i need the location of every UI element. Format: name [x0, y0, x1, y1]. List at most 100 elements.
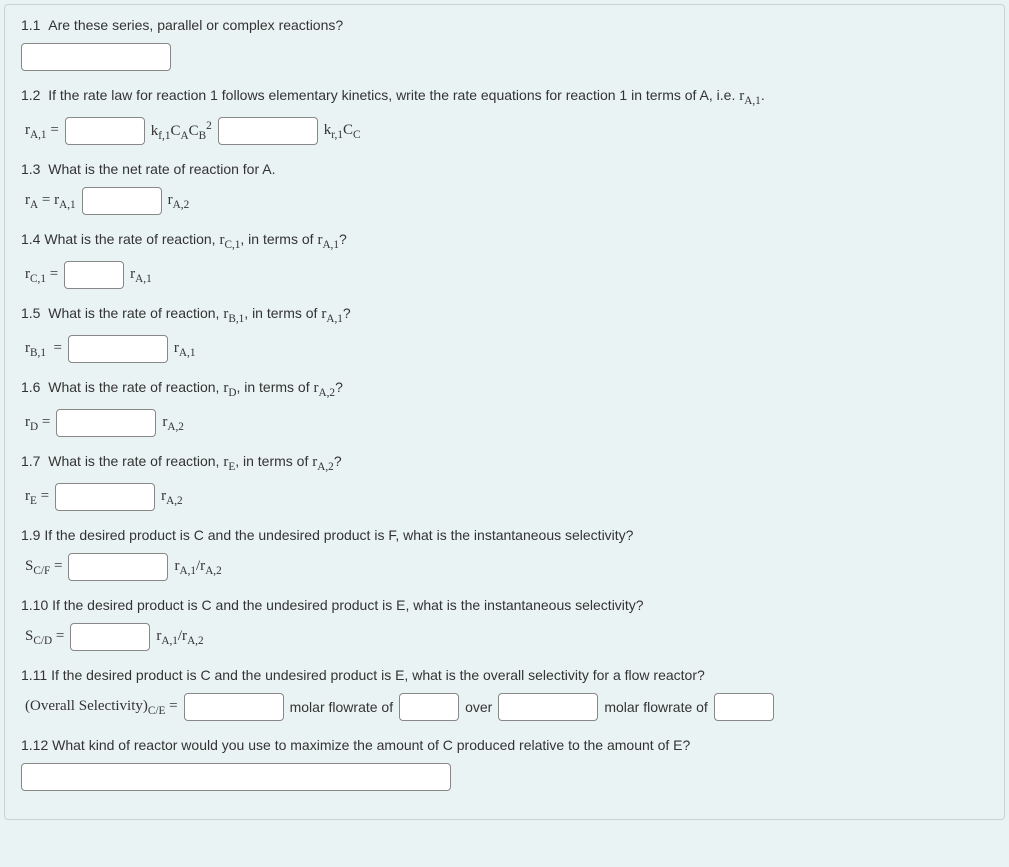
question-text: 1.6 What is the rate of reaction, rD, in… — [21, 379, 988, 399]
question-body: If the desired product is C and the unde… — [51, 667, 705, 683]
text2: , in terms of — [244, 305, 321, 321]
lhs-1-4: rC,1 = — [25, 266, 58, 285]
var-rE: rE — [223, 454, 235, 470]
question-num: 1.1 — [21, 17, 40, 33]
answer-input-1-9[interactable] — [68, 553, 168, 581]
answer-line: rC,1 = rA,1 — [21, 261, 988, 289]
answer-input-1-7[interactable] — [55, 483, 155, 511]
var-rA1: rA,1 — [739, 88, 761, 104]
answer-line: (Overall Selectivity)C/E = molar flowrat… — [21, 693, 988, 721]
lhs-1-7: rE = — [25, 488, 49, 507]
dot: . — [761, 87, 765, 103]
question-1-3: 1.3 What is the net rate of reaction for… — [21, 161, 988, 215]
answer-input-1-10[interactable] — [70, 623, 150, 651]
question-1-11: 1.11 If the desired product is C and the… — [21, 667, 988, 721]
mid-1-2a: kf,1CACB2 — [151, 120, 212, 142]
var-rA1: rA,1 — [317, 232, 339, 248]
answer-line: rB,1 = rA,1 — [21, 335, 988, 363]
lhs-1-10: SC/D = — [25, 628, 64, 647]
question-1-12: 1.12 What kind of reactor would you use … — [21, 737, 988, 791]
answer-input-1-12[interactable] — [21, 763, 451, 791]
question-body: What is the net rate of reaction for A. — [48, 161, 275, 177]
answer-line: SC/D = rA,1/rA,2 — [21, 623, 988, 651]
question-text: 1.4 What is the rate of reaction, rC,1, … — [21, 231, 988, 251]
question-body: If the desired product is C and the unde… — [44, 527, 633, 543]
answer-input-1-11a[interactable] — [184, 693, 284, 721]
lhs-1-2: rA,1 = — [25, 122, 59, 141]
question-body: What is the rate of reaction, — [48, 305, 223, 321]
rhs-1-9: rA,1/rA,2 — [174, 558, 221, 577]
lhs-1-3: rA = rA,1 — [25, 192, 76, 211]
answer-line: rD = rA,2 — [21, 409, 988, 437]
question-num: 1.9 — [21, 527, 40, 543]
answer-input-1-6[interactable] — [56, 409, 156, 437]
answer-input-1-2a[interactable] — [65, 117, 145, 145]
answer-input-1-5[interactable] — [68, 335, 168, 363]
question-text: 1.11 If the desired product is C and the… — [21, 667, 988, 683]
questions-container: 1.1 Are these series, parallel or comple… — [4, 4, 1005, 820]
answer-line — [21, 43, 988, 71]
rhs-1-3: rA,2 — [168, 192, 190, 211]
question-text: 1.7 What is the rate of reaction, rE, in… — [21, 453, 988, 473]
answer-input-1-11d[interactable] — [714, 693, 774, 721]
var-rC1: rC,1 — [219, 232, 240, 248]
text2: , in terms of — [235, 453, 312, 469]
answer-input-1-4[interactable] — [64, 261, 124, 289]
lhs-1-6: rD = — [25, 414, 50, 433]
rhs-1-4: rA,1 — [130, 266, 152, 285]
answer-input-1-3[interactable] — [82, 187, 162, 215]
question-text: 1.9 If the desired product is C and the … — [21, 527, 988, 543]
answer-input-1-11c[interactable] — [498, 693, 598, 721]
question-num: 1.12 — [21, 737, 48, 753]
question-body: If the desired product is C and the unde… — [52, 597, 643, 613]
question-text: 1.3 What is the net rate of reaction for… — [21, 161, 988, 177]
var-rA2: rA,2 — [312, 454, 334, 470]
var-rD: rD — [223, 380, 236, 396]
question-body: What is the rate of reaction, — [44, 231, 219, 247]
question-num: 1.2 — [21, 87, 40, 103]
text2: , in terms of — [240, 231, 317, 247]
answer-input-1-1[interactable] — [21, 43, 171, 71]
question-1-2: 1.2 If the rate law for reaction 1 follo… — [21, 87, 988, 145]
question-text: 1.1 Are these series, parallel or comple… — [21, 17, 988, 33]
var-rA2: rA,2 — [314, 380, 336, 396]
mid-1-11a: molar flowrate of — [290, 699, 393, 715]
answer-input-1-2b[interactable] — [218, 117, 318, 145]
var-rB1: rB,1 — [223, 306, 244, 322]
rhs-1-7: rA,2 — [161, 488, 183, 507]
question-text: 1.12 What kind of reactor would you use … — [21, 737, 988, 753]
answer-line — [21, 763, 988, 791]
question-num: 1.4 — [21, 231, 40, 247]
answer-line: rA,1 = kf,1CACB2 kr,1CC — [21, 117, 988, 145]
question-body: What is the rate of reaction, — [48, 379, 223, 395]
text2: , in terms of — [236, 379, 313, 395]
qmark: ? — [343, 305, 351, 321]
mid-1-2b: kr,1CC — [324, 122, 361, 141]
answer-line: SC/F = rA,1/rA,2 — [21, 553, 988, 581]
question-text: 1.5 What is the rate of reaction, rB,1, … — [21, 305, 988, 325]
question-body: Are these series, parallel or complex re… — [48, 17, 343, 33]
question-num: 1.3 — [21, 161, 40, 177]
question-num: 1.5 — [21, 305, 40, 321]
mid-1-11b: over — [465, 699, 492, 715]
question-body: What is the rate of reaction, — [48, 453, 223, 469]
answer-line: rA = rA,1 rA,2 — [21, 187, 988, 215]
var-rA1: rA,1 — [321, 306, 343, 322]
answer-line: rE = rA,2 — [21, 483, 988, 511]
qmark: ? — [335, 379, 343, 395]
lhs-1-11: (Overall Selectivity)C/E = — [25, 698, 178, 717]
answer-input-1-11b[interactable] — [399, 693, 459, 721]
question-1-6: 1.6 What is the rate of reaction, rD, in… — [21, 379, 988, 437]
question-1-10: 1.10 If the desired product is C and the… — [21, 597, 988, 651]
question-body: What kind of reactor would you use to ma… — [52, 737, 690, 753]
qmark: ? — [334, 453, 342, 469]
rhs-1-6: rA,2 — [162, 414, 184, 433]
rhs-1-10: rA,1/rA,2 — [156, 628, 203, 647]
question-num: 1.11 — [21, 667, 47, 683]
question-1-1: 1.1 Are these series, parallel or comple… — [21, 17, 988, 71]
question-num: 1.7 — [21, 453, 40, 469]
question-text: 1.10 If the desired product is C and the… — [21, 597, 988, 613]
lhs-1-5: rB,1 = — [25, 340, 62, 359]
question-num: 1.10 — [21, 597, 48, 613]
question-body: If the rate law for reaction 1 follows e… — [48, 87, 739, 103]
